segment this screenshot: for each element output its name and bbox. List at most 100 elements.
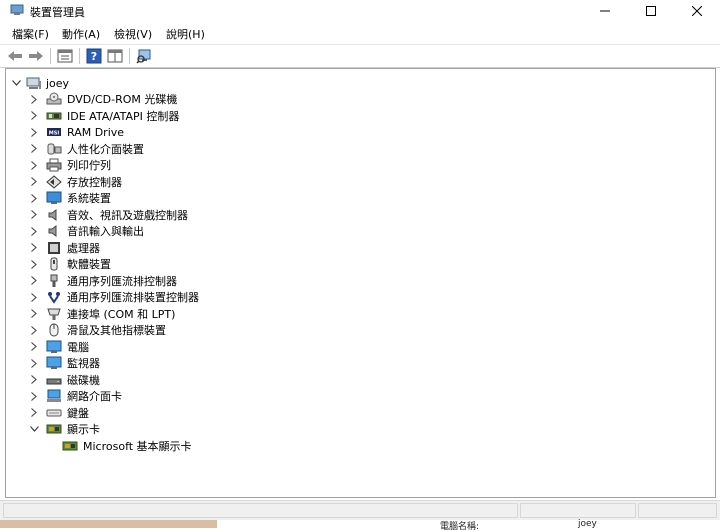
title-bar: 裝置管理員	[0, 0, 720, 22]
minimize-button[interactable]	[582, 0, 628, 22]
tree-item-label: 軟體裝置	[67, 258, 111, 271]
tree-root-joey[interactable]: joey	[10, 75, 69, 91]
chevron-right-icon[interactable]	[28, 306, 40, 322]
tree-item-system-devices[interactable]: 系統裝置	[28, 190, 111, 206]
chevron-right-icon[interactable]	[28, 124, 40, 140]
chevron-right-icon[interactable]	[28, 289, 40, 305]
tree-item-label: 列印佇列	[67, 159, 111, 172]
chevron-right-icon[interactable]	[28, 223, 40, 239]
device-manager-app-icon	[10, 4, 24, 16]
close-icon	[692, 6, 702, 16]
hid-icon	[46, 142, 62, 156]
tree-item-microsoft-basic-display[interactable]: Microsoft 基本顯示卡	[56, 438, 192, 454]
chevron-right-icon[interactable]	[28, 174, 40, 190]
toolbar-separator	[129, 48, 130, 64]
tree-item-computer[interactable]: 電腦	[28, 339, 89, 355]
svg-text:?: ?	[91, 50, 97, 63]
tree-item-print-queue[interactable]: 列印佇列	[28, 157, 111, 173]
tree-root-label: joey	[46, 76, 70, 90]
chevron-right-icon[interactable]	[28, 256, 40, 272]
status-segment	[520, 503, 636, 518]
scan-hardware-button[interactable]	[135, 47, 153, 65]
network-adapter-icon	[46, 389, 62, 403]
tree-item-label: 系統裝置	[67, 192, 111, 205]
toolbar-separator	[79, 48, 80, 64]
tree-item-software-device[interactable]: 軟體裝置	[28, 256, 111, 272]
help-button[interactable]: ?	[85, 47, 103, 65]
menu-action[interactable]: 動作(A)	[62, 26, 100, 42]
chevron-down-icon[interactable]	[10, 75, 22, 91]
chevron-right-icon[interactable]	[28, 240, 40, 256]
tree-item-label: DVD/CD-ROM 光碟機	[67, 93, 178, 106]
menu-file[interactable]: 檔案(F)	[12, 26, 49, 42]
tree-item-usb-controller[interactable]: 通用序列匯流排控制器	[28, 273, 177, 289]
software-device-icon	[46, 257, 62, 271]
chevron-right-icon[interactable]	[28, 273, 40, 289]
tree-item-ide-ata-atapi[interactable]: IDE ATA/ATAPI 控制器	[28, 108, 179, 124]
tree-item-ports[interactable]: 連接埠 (COM 和 LPT)	[28, 306, 175, 322]
maximize-button[interactable]	[628, 0, 674, 22]
background-computer-name-label: 電腦名稱:	[440, 522, 480, 532]
tree-item-label: 鍵盤	[67, 406, 89, 420]
status-segment	[3, 503, 518, 518]
usb-icon	[46, 274, 62, 288]
tree-item-ram-drive[interactable]: MSI RAM Drive	[28, 124, 124, 140]
forward-arrow-icon	[29, 51, 43, 61]
system-device-icon	[46, 191, 62, 205]
close-button[interactable]	[674, 0, 720, 22]
chevron-right-icon[interactable]	[28, 157, 40, 173]
chevron-right-icon[interactable]	[28, 141, 40, 157]
tree-item-display-adapters[interactable]: 顯示卡	[28, 421, 100, 437]
tree-item-monitors[interactable]: 監視器	[28, 355, 100, 371]
tree-item-storage-controller[interactable]: 存放控制器	[28, 174, 122, 190]
window-title: 裝置管理員	[30, 6, 85, 19]
back-arrow-icon	[8, 51, 22, 61]
svg-text:MSI: MSI	[49, 131, 60, 137]
ide-controller-icon	[46, 109, 62, 123]
chevron-right-icon[interactable]	[28, 91, 40, 107]
tree-item-label: 網路介面卡	[67, 390, 122, 403]
tree-item-mouse[interactable]: 滑鼠及其他指標裝置	[28, 322, 166, 338]
tree-item-label: 存放控制器	[67, 175, 122, 189]
monitor-icon	[46, 356, 62, 370]
properties-icon	[57, 49, 73, 63]
toolbar: ?	[0, 45, 720, 68]
computer-monitor-icon	[46, 340, 62, 354]
tree-item-keyboards[interactable]: 鍵盤	[28, 405, 89, 421]
speaker-icon	[46, 208, 62, 222]
tree-item-disk-drives[interactable]: 磁碟機	[28, 372, 100, 388]
tree-item-usb-device-controller[interactable]: 通用序列匯流排裝置控制器	[28, 289, 199, 305]
properties-button[interactable]	[56, 47, 74, 65]
tree-item-sound-video-game[interactable]: 音效、視訊及遊戲控制器	[28, 207, 188, 223]
chevron-right-icon[interactable]	[28, 355, 40, 371]
chevron-right-icon[interactable]	[28, 108, 40, 124]
port-icon	[46, 307, 62, 321]
tree-item-network-adapters[interactable]: 網路介面卡	[28, 388, 122, 404]
scan-hardware-icon	[136, 49, 151, 64]
chevron-right-icon[interactable]	[28, 388, 40, 404]
disk-drive-icon	[46, 373, 62, 387]
chevron-right-icon[interactable]	[28, 405, 40, 421]
tree-item-dvd-cdrom[interactable]: DVD/CD-ROM 光碟機	[28, 91, 177, 107]
menu-help[interactable]: 說明(H)	[166, 26, 205, 42]
chevron-right-icon[interactable]	[28, 339, 40, 355]
chevron-right-icon[interactable]	[28, 372, 40, 388]
chevron-right-icon[interactable]	[28, 322, 40, 338]
tree-item-audio-io[interactable]: 音訊輸入與輸出	[28, 223, 144, 239]
tree-item-processor[interactable]: 處理器	[28, 240, 100, 256]
device-tree[interactable]: joey DVD/CD-ROM 光碟機 IDE ATA/ATAPI 控制器 MS…	[5, 68, 716, 498]
forward-button[interactable]	[27, 47, 45, 65]
tree-item-hid[interactable]: 人性化介面裝置	[28, 141, 144, 157]
details-pane-button[interactable]	[106, 47, 124, 65]
help-icon: ?	[86, 48, 102, 64]
tree-item-label: 人性化介面裝置	[67, 142, 144, 156]
chevron-right-icon[interactable]	[28, 190, 40, 206]
processor-icon	[46, 241, 62, 255]
minimize-icon	[600, 10, 610, 12]
menu-view[interactable]: 檢視(V)	[114, 26, 152, 42]
chevron-right-icon[interactable]	[28, 207, 40, 223]
display-adapter-icon	[62, 439, 78, 453]
chevron-down-icon[interactable]	[28, 421, 40, 437]
back-button[interactable]	[6, 47, 24, 65]
tree-item-label: 處理器	[67, 241, 100, 255]
